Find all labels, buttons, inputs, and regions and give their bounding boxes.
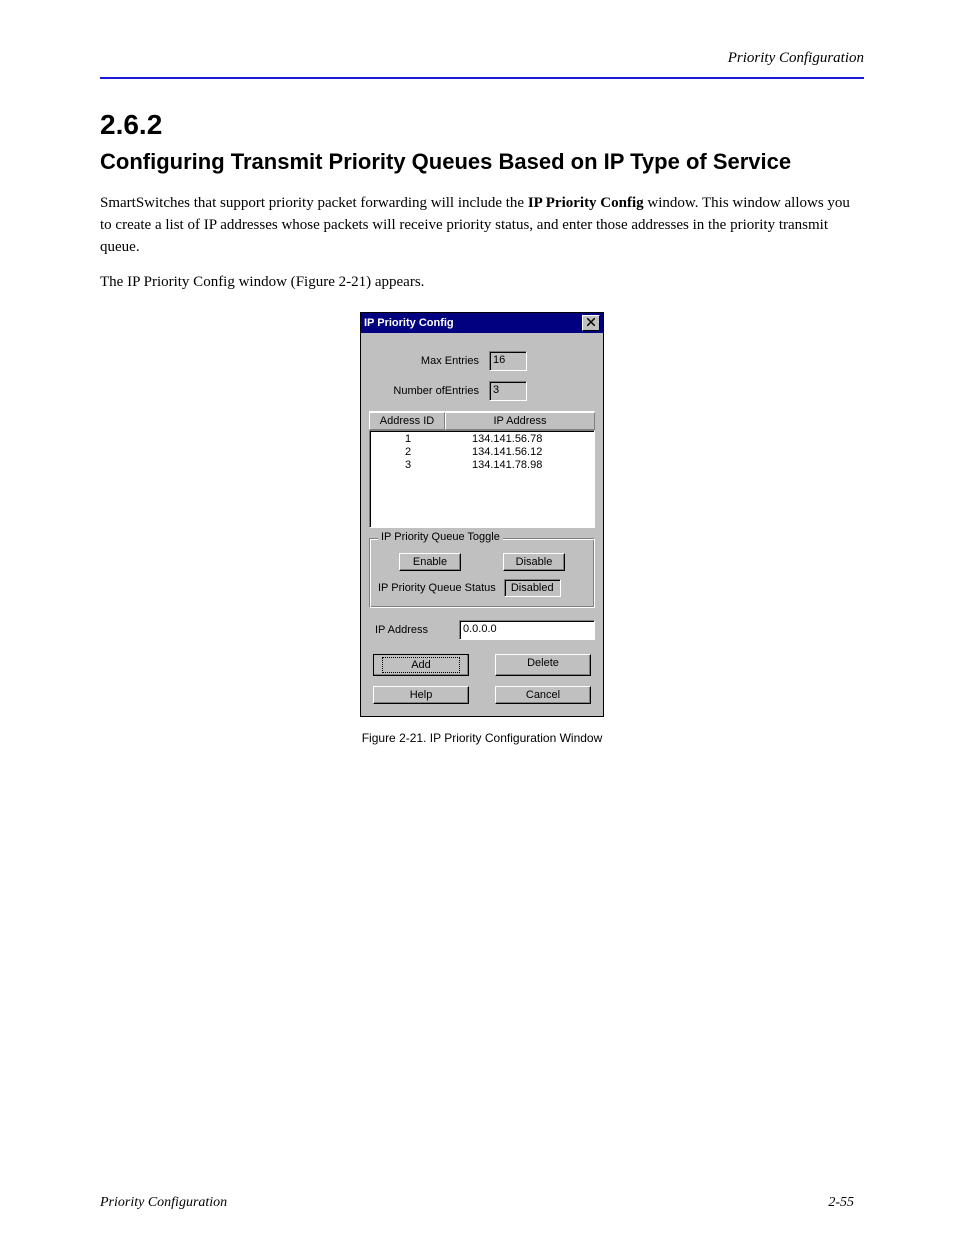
ip-address-input[interactable]: 0.0.0.0 [459, 620, 595, 640]
table-row[interactable]: 2 134.141.56.12 [370, 446, 594, 459]
ip-priority-queue-toggle-group: IP Priority Queue Toggle Enable Disable … [369, 538, 595, 608]
header-rule [100, 77, 864, 79]
footer-left: Priority Configuration [100, 1195, 227, 1211]
paragraph-2: The IP Priority Config window (Figure 2-… [100, 272, 864, 294]
add-button[interactable]: Add [373, 654, 469, 676]
disable-button[interactable]: Disable [503, 553, 565, 571]
queue-status-value: Disabled [504, 579, 561, 597]
ip-address-label: IP Address [369, 624, 459, 636]
dialog-titlebar[interactable]: IP Priority Config [361, 313, 603, 333]
cancel-button[interactable]: Cancel [495, 686, 591, 704]
table-header: Address ID IP Address [369, 411, 595, 430]
enable-button[interactable]: Enable [399, 553, 461, 571]
delete-button[interactable]: Delete [495, 654, 591, 676]
footer-right: 2-55 [828, 1195, 854, 1211]
table-row[interactable]: 3 134.141.78.98 [370, 459, 594, 472]
chapter-number: 2.6.2 [100, 109, 864, 141]
figure-caption: Figure 2-21. IP Priority Configuration W… [100, 731, 864, 745]
group-legend: IP Priority Queue Toggle [378, 531, 503, 543]
col-ip-address[interactable]: IP Address [445, 412, 595, 430]
dialog-title: IP Priority Config [364, 317, 454, 329]
paragraph-1: SmartSwitches that support priority pack… [100, 193, 864, 258]
number-of-entries-label: Number ofEntries [369, 385, 489, 397]
running-header: Priority Configuration [100, 50, 864, 71]
max-entries-value: 16 [489, 351, 527, 371]
max-entries-label: Max Entries [369, 355, 489, 367]
queue-status-label: IP Priority Queue Status [378, 582, 496, 594]
col-address-id[interactable]: Address ID [369, 412, 445, 430]
section-title: Configuring Transmit Priority Queues Bas… [100, 149, 864, 175]
address-list[interactable]: 1 134.141.56.78 2 134.141.56.12 3 134.14… [369, 430, 595, 528]
ip-priority-config-dialog: IP Priority Config Max Entries 16 Number… [360, 312, 604, 717]
close-button[interactable] [582, 315, 600, 331]
close-icon [587, 317, 595, 329]
help-button[interactable]: Help [373, 686, 469, 704]
table-row[interactable]: 1 134.141.56.78 [370, 433, 594, 446]
number-of-entries-value: 3 [489, 381, 527, 401]
